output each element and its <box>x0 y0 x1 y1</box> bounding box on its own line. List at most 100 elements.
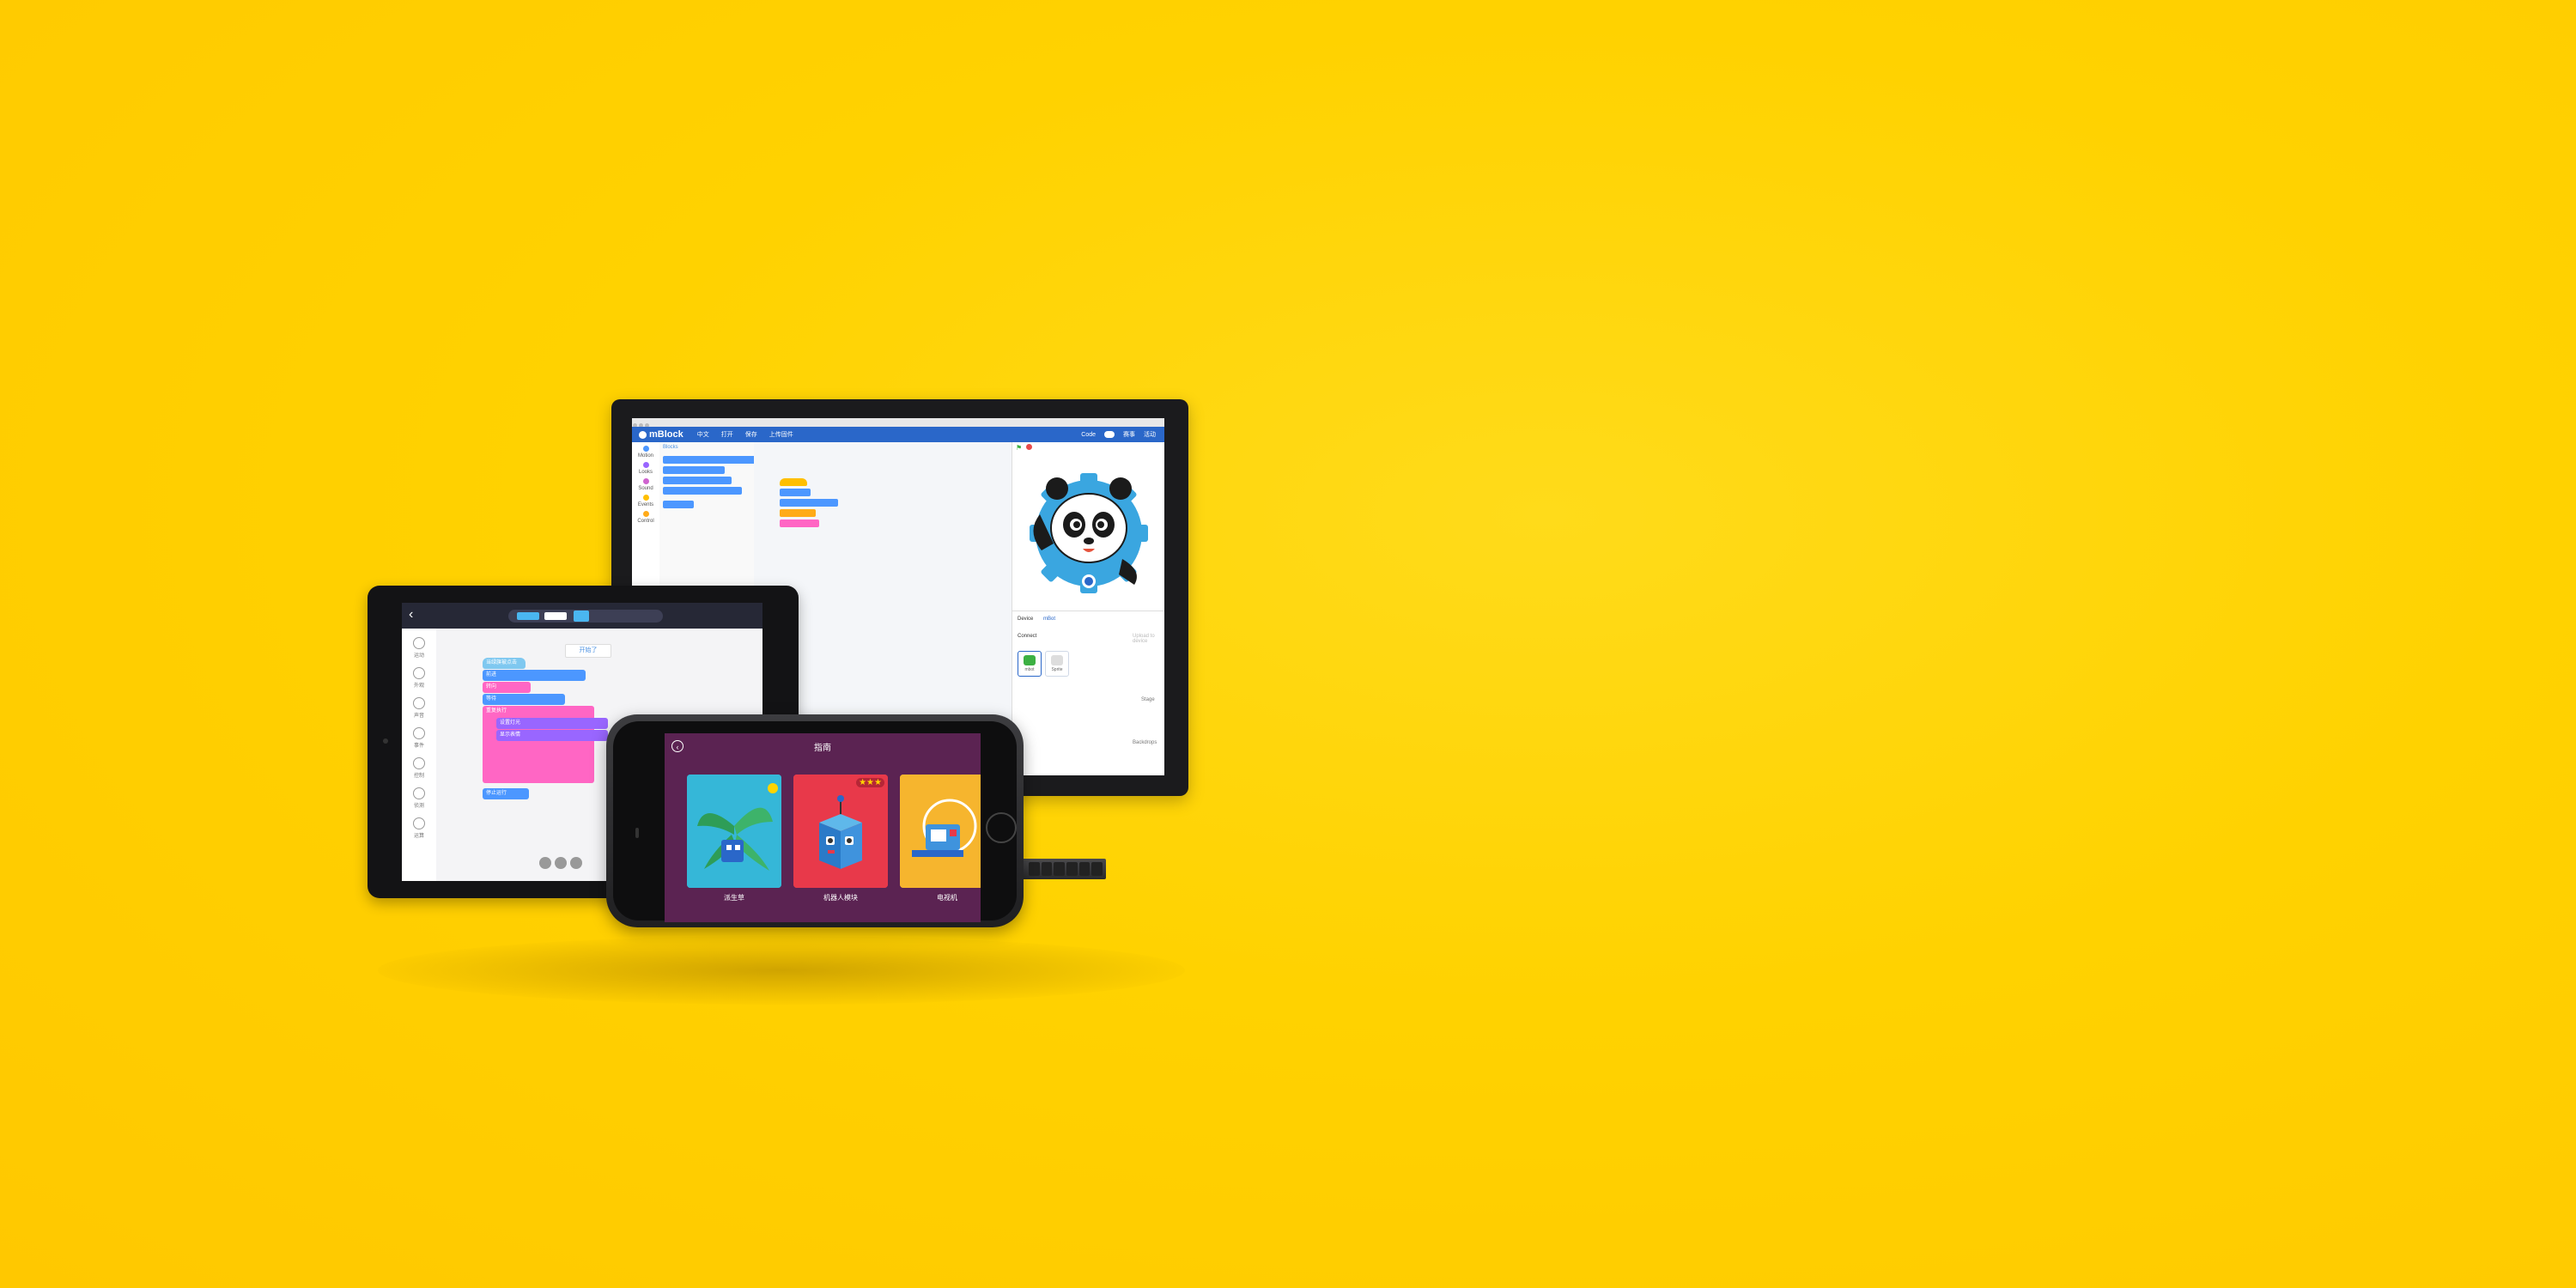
script-block[interactable]: 转向 <box>483 682 531 693</box>
category-motion[interactable]: Motion <box>632 446 659 459</box>
control-icon <box>642 511 649 517</box>
palette-block[interactable] <box>663 466 725 474</box>
category-item[interactable]: 运动 <box>402 637 436 659</box>
tablet-topbar: ‹ <box>402 603 762 629</box>
device-card-sprite[interactable]: Sprite <box>1045 651 1069 677</box>
mblock-menubar: mBlock 中文 打开 保存 上传固件 Code 赛事 活动 <box>632 427 1164 442</box>
palette-block[interactable] <box>663 477 732 484</box>
category-item[interactable]: 外观 <box>402 667 436 689</box>
device-value[interactable]: mBot <box>1043 617 1055 622</box>
script-block[interactable]: 显示表情 <box>496 730 608 741</box>
robot-cube-image <box>793 775 888 888</box>
mbot-icon <box>1024 655 1036 665</box>
motion-icon <box>642 446 649 452</box>
device-label: Device <box>1018 617 1034 622</box>
category-sound[interactable]: Sound <box>632 478 659 491</box>
back-chevron-icon[interactable]: ‹ <box>409 607 413 623</box>
guide-card[interactable]: ★★★ <box>793 775 888 888</box>
script-block[interactable]: 当绿旗被点击 <box>483 658 526 669</box>
control-icon <box>413 757 425 769</box>
category-item[interactable]: 事件 <box>402 727 436 749</box>
stop-icon[interactable] <box>1026 444 1032 450</box>
guide-card[interactable] <box>900 775 981 888</box>
backdrops-label[interactable]: Backdrops <box>1133 740 1157 745</box>
palette-block[interactable] <box>663 487 742 495</box>
category-looks[interactable]: Looks <box>632 462 659 475</box>
zoom-in-icon[interactable] <box>539 857 551 869</box>
app-name: mBlock <box>649 429 683 440</box>
device-panel: Device mBot Connect Upload to device mbo… <box>1012 611 1164 775</box>
menu-save[interactable]: 保存 <box>745 430 757 439</box>
script-label: 开始了 <box>565 644 611 658</box>
phone-device: ‹ 指南 派生草 ★★★ 机器人模块 电视机 <box>606 714 1024 927</box>
tab-code[interactable] <box>544 612 567 620</box>
palette-title: Blocks <box>663 445 678 450</box>
mblock-logo: mBlock <box>639 429 683 440</box>
sound-icon <box>642 478 649 484</box>
phone-bezel: ‹ 指南 派生草 ★★★ 机器人模块 电视机 <box>613 721 1017 922</box>
palette-block[interactable] <box>663 456 757 464</box>
tab-blocks[interactable] <box>517 612 539 620</box>
category-item[interactable]: 侦测 <box>402 787 436 809</box>
palette-block[interactable] <box>663 501 694 508</box>
tablet-mode-tabs <box>508 610 663 623</box>
script-block[interactable] <box>780 499 838 507</box>
guide-card[interactable] <box>687 775 781 888</box>
zoom-controls <box>539 857 582 869</box>
stage-toolbar: ⚑ <box>1012 442 1164 453</box>
floor-shadow <box>378 936 1185 1005</box>
mode-label: Code <box>1081 431 1096 438</box>
panda-sprite[interactable] <box>1023 454 1155 609</box>
green-flag-icon[interactable]: ⚑ <box>1016 444 1023 452</box>
play-icon <box>413 637 425 649</box>
script-block[interactable]: 等待 <box>483 694 565 705</box>
upload-button[interactable]: Upload to device <box>1133 634 1164 644</box>
tablet-categories: 运动 外观 声音 事件 控制 侦测 运算 <box>402 629 437 881</box>
script-hat-block[interactable] <box>780 478 807 486</box>
guide-card-label: 电视机 <box>937 894 957 902</box>
event-icon <box>413 727 425 739</box>
guide-card-label: 派生草 <box>724 894 744 902</box>
phone-app: ‹ 指南 派生草 ★★★ 机器人模块 电视机 <box>665 733 981 922</box>
stage[interactable]: ⚑ <box>1012 442 1164 611</box>
plant-robot-image <box>687 775 781 888</box>
events-icon <box>642 495 649 501</box>
keyboard <box>1027 860 1104 878</box>
menu-open[interactable]: 打开 <box>721 430 733 439</box>
menu-language[interactable]: 中文 <box>697 430 709 439</box>
script-block[interactable]: 停止运行 <box>483 788 529 799</box>
phone-speaker <box>635 828 639 838</box>
stage-label[interactable]: Stage <box>1141 697 1155 702</box>
link-events[interactable]: 活动 <box>1144 430 1156 439</box>
tab-grid[interactable] <box>574 611 589 622</box>
tablet-camera <box>383 738 388 744</box>
category-item[interactable]: 声音 <box>402 697 436 719</box>
device-card-mbot[interactable]: mbot <box>1018 651 1042 677</box>
sprite-icon <box>1051 655 1063 665</box>
script-block[interactable]: 设置灯光 <box>496 718 608 729</box>
category-events[interactable]: Events <box>632 495 659 507</box>
tv-robot-image <box>900 775 981 888</box>
script-block[interactable] <box>780 519 819 527</box>
operator-icon <box>413 817 425 829</box>
guide-card-label: 机器人模块 <box>823 894 858 902</box>
menu-upload-firmware[interactable]: 上传固件 <box>769 430 793 439</box>
zoom-out-icon[interactable] <box>555 857 567 869</box>
phone-title: 指南 <box>814 744 831 753</box>
wave-icon <box>413 697 425 709</box>
category-item[interactable]: 运算 <box>402 817 436 839</box>
zoom-reset-icon[interactable] <box>570 857 582 869</box>
mode-toggle[interactable] <box>1104 431 1115 438</box>
window-titlebar <box>632 418 1164 428</box>
script-block[interactable] <box>780 509 816 517</box>
image-icon <box>413 667 425 679</box>
phone-home-button[interactable] <box>986 812 1017 843</box>
looks-icon <box>642 462 649 468</box>
category-control[interactable]: Control <box>632 511 659 524</box>
connect-label[interactable]: Connect <box>1018 634 1036 639</box>
category-item[interactable]: 控制 <box>402 757 436 779</box>
script-block[interactable]: 前进 <box>483 670 586 681</box>
script-block[interactable] <box>780 489 811 496</box>
mblock-logo-icon <box>639 430 647 439</box>
link-contest[interactable]: 赛事 <box>1123 430 1135 439</box>
